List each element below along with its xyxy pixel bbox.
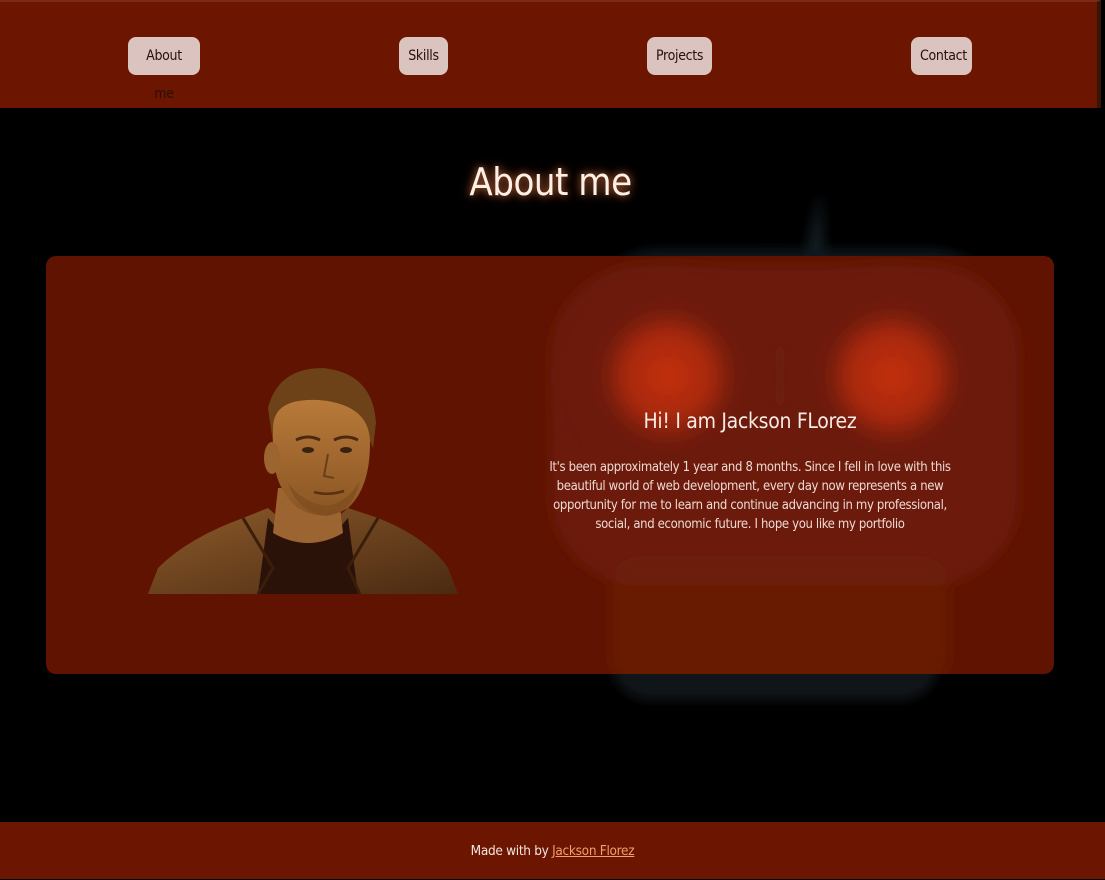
nav-skills-button[interactable]: Skills xyxy=(399,37,448,75)
portrait-photo xyxy=(148,368,458,594)
bio-paragraph: It's been approximately 1 year and 8 mon… xyxy=(549,460,951,532)
footer-text: Made with by xyxy=(470,843,549,859)
author-link[interactable]: Jackson Florez xyxy=(552,843,634,859)
top-navigation: About me Skills Projects Contact xyxy=(0,0,1101,108)
greeting-heading: Hi! I am Jackson FLorez xyxy=(643,409,857,433)
about-card: Hi! I am Jackson FLorez It's been approx… xyxy=(46,256,1054,674)
page-title: About me xyxy=(469,160,632,204)
nav-projects-button[interactable]: Projects xyxy=(647,37,712,75)
nav-about-button[interactable]: About me xyxy=(128,37,200,102)
nav-contact-button[interactable]: Contact xyxy=(911,37,972,75)
footer: Made with by Jackson Florez xyxy=(0,822,1105,879)
